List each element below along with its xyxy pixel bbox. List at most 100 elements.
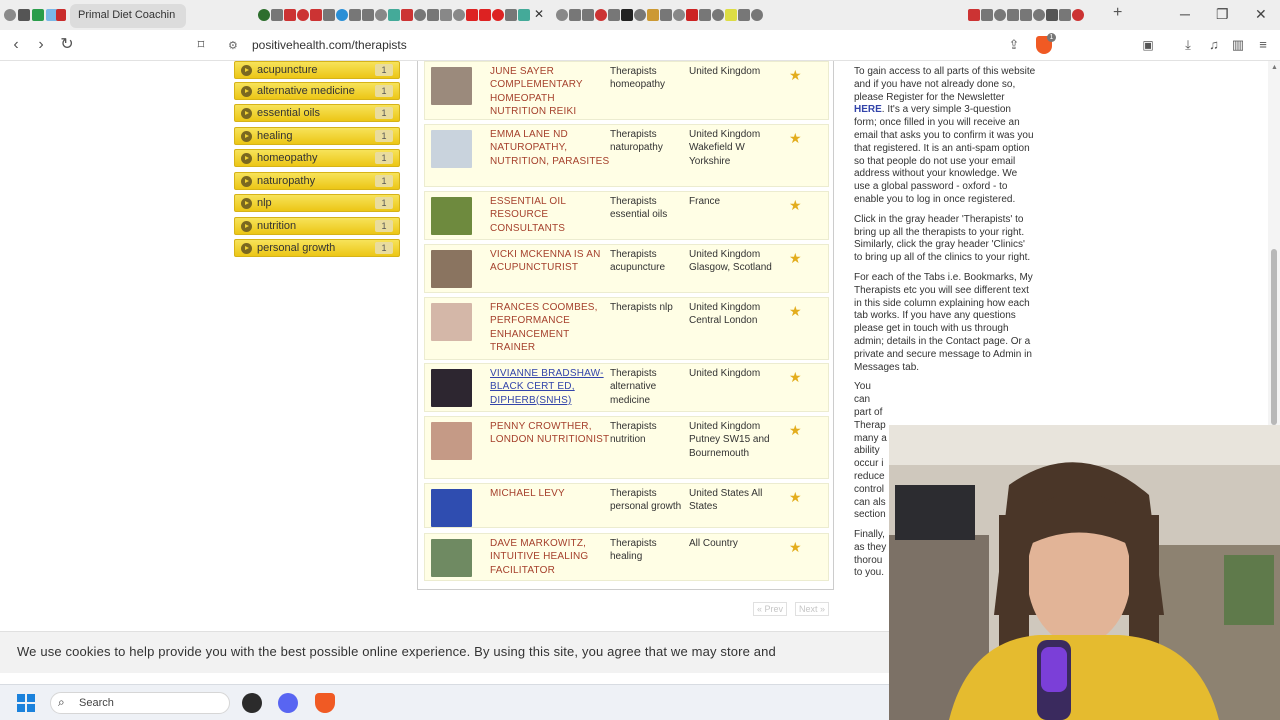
tab-favicon-icon[interactable]	[271, 9, 283, 21]
tab-favicon-icon[interactable]	[440, 9, 452, 21]
star-icon[interactable]: ★	[789, 250, 802, 267]
download-icon[interactable]: ⤓	[1178, 35, 1198, 55]
therapist-photo[interactable]	[431, 197, 472, 235]
therapist-row[interactable]: JUNE SAYER COMPLEMENTARY HOMEOPATH NUTRI…	[424, 61, 829, 120]
therapist-photo[interactable]	[431, 303, 472, 341]
tab-search-icon[interactable]: ▣	[1138, 35, 1158, 55]
tab-favicon-icon[interactable]	[673, 9, 685, 21]
tab-favicon-icon[interactable]	[479, 9, 491, 21]
new-tab-icon[interactable]: +	[1113, 4, 1122, 22]
tab-favicon-icon[interactable]	[981, 9, 993, 21]
site-info-icon[interactable]: ⚙	[228, 39, 238, 52]
bookmark-icon[interactable]: ⌑	[191, 35, 211, 55]
tab-favicon-icon[interactable]	[569, 9, 581, 21]
tab-favicon-icon[interactable]	[505, 9, 517, 21]
brave-app-icon[interactable]	[315, 693, 335, 713]
sidebar-toggle-icon[interactable]: ▥	[1228, 35, 1248, 55]
therapist-name-link[interactable]: EMMA LANE ND NATUROPATHY, NUTRITION, PAR…	[490, 128, 610, 168]
tab-favicon-icon[interactable]	[18, 9, 30, 21]
tab-favicon-icon[interactable]	[388, 9, 400, 21]
star-icon[interactable]: ★	[789, 197, 802, 214]
tab-favicon-icon[interactable]	[686, 9, 698, 21]
register-here-link[interactable]: HERE	[854, 104, 882, 115]
therapist-row[interactable]: EMMA LANE ND NATUROPATHY, NUTRITION, PAR…	[424, 124, 829, 187]
star-icon[interactable]: ★	[789, 422, 802, 439]
tag-item[interactable]: acupuncture 1	[234, 61, 400, 79]
therapist-name-link[interactable]: DAVE MARKOWITZ, INTUITIVE HEALING FACILI…	[490, 537, 610, 577]
therapist-row[interactable]: VIVIANNE BRADSHAW-BLACK CERT ED, DIPHERB…	[424, 363, 829, 412]
therapist-name-link[interactable]: VIVIANNE BRADSHAW-BLACK CERT ED, DIPHERB…	[490, 367, 610, 407]
tab-favicon-icon[interactable]	[647, 9, 659, 21]
tab-favicon-icon[interactable]	[660, 9, 672, 21]
tag-item[interactable]: nutrition 1	[234, 217, 400, 235]
tab-favicon-icon[interactable]	[556, 9, 568, 21]
tab-favicon-icon[interactable]	[1020, 9, 1032, 21]
tab-favicon-icon[interactable]	[4, 9, 16, 21]
tab-favicon-icon[interactable]	[466, 9, 478, 21]
star-icon[interactable]: ★	[789, 539, 802, 556]
tab-favicon-icon[interactable]	[375, 9, 387, 21]
maximize-icon[interactable]: ❐	[1216, 6, 1229, 23]
tab-favicon-icon[interactable]	[284, 9, 296, 21]
therapist-row[interactable]: ESSENTIAL OIL RESOURCE CONSULTANTS Thera…	[424, 191, 829, 240]
tab-favicon-icon[interactable]	[518, 9, 530, 21]
therapist-name-link[interactable]: VICKI MCKENNA IS AN ACUPUNCTURIST	[490, 248, 610, 275]
tab-favicon-icon[interactable]	[595, 9, 607, 21]
tab-favicon-icon[interactable]	[32, 9, 44, 21]
minimize-icon[interactable]: ─	[1180, 6, 1190, 22]
therapist-name-link[interactable]: JUNE SAYER COMPLEMENTARY HOMEOPATH NUTRI…	[490, 65, 610, 119]
therapist-name-link[interactable]: ESSENTIAL OIL RESOURCE CONSULTANTS	[490, 195, 610, 235]
tag-item[interactable]: personal growth 1	[234, 239, 400, 257]
forward-icon[interactable]: ›	[31, 35, 51, 55]
tab-favicon-icon[interactable]	[712, 9, 724, 21]
tab-favicon-icon[interactable]	[336, 9, 348, 21]
tab-favicon-icon[interactable]	[634, 9, 646, 21]
therapist-photo[interactable]	[431, 130, 472, 168]
taskbar-search[interactable]: ⌕ Search	[50, 692, 230, 714]
star-icon[interactable]: ★	[789, 303, 802, 320]
close-window-icon[interactable]: ✕	[1255, 6, 1267, 23]
therapist-row[interactable]: MICHAEL LEVY Therapists personal growth …	[424, 483, 829, 528]
tab-favicon-icon[interactable]	[453, 9, 465, 21]
tab-favicon-icon[interactable]	[323, 9, 335, 21]
menu-icon[interactable]: ≡	[1253, 35, 1273, 55]
therapist-photo[interactable]	[431, 539, 472, 577]
tab-favicon-icon[interactable]	[725, 9, 737, 21]
tab-favicon-icon[interactable]	[258, 9, 270, 21]
tab-favicon-icon[interactable]	[310, 9, 322, 21]
tab-favicon-icon[interactable]	[751, 9, 763, 21]
therapist-photo[interactable]	[431, 489, 472, 527]
tab-favicon-icon[interactable]	[1046, 9, 1058, 21]
tab-favicon-icon[interactable]	[1007, 9, 1019, 21]
therapist-row[interactable]: VICKI MCKENNA IS AN ACUPUNCTURIST Therap…	[424, 244, 829, 293]
tab-favicon-icon[interactable]	[738, 9, 750, 21]
tab-favicon-icon[interactable]	[362, 9, 374, 21]
tag-item[interactable]: alternative medicine 1	[234, 82, 400, 100]
next-page-button[interactable]: Next »	[795, 602, 830, 616]
star-icon[interactable]: ★	[789, 67, 802, 84]
tab-favicon-icon[interactable]	[492, 9, 504, 21]
tab-favicon-icon[interactable]	[621, 9, 633, 21]
tab-favicon-icon[interactable]	[297, 9, 309, 21]
tab-favicon-icon[interactable]	[582, 9, 594, 21]
therapist-photo[interactable]	[431, 422, 472, 460]
therapist-row[interactable]: FRANCES COOMBES, PERFORMANCE ENHANCEMENT…	[424, 297, 829, 360]
tag-item[interactable]: nlp 1	[234, 194, 400, 212]
reload-icon[interactable]: ↻	[57, 35, 77, 55]
media-icon[interactable]: ♫	[1204, 35, 1224, 55]
tab-favicon-icon[interactable]	[1059, 9, 1071, 21]
tab-favicon-icon[interactable]	[349, 9, 361, 21]
discord-app-icon[interactable]	[278, 693, 298, 713]
tag-item[interactable]: essential oils 1	[234, 104, 400, 122]
therapist-name-link[interactable]: MICHAEL LEVY	[490, 487, 610, 500]
tab-favicon-icon[interactable]	[414, 9, 426, 21]
tab-favicon-icon[interactable]	[608, 9, 620, 21]
star-icon[interactable]: ★	[789, 369, 802, 386]
address-bar[interactable]: positivehealth.com/therapists	[252, 38, 407, 52]
tab-favicon-icon[interactable]	[994, 9, 1006, 21]
obs-app-icon[interactable]	[242, 693, 262, 713]
therapist-name-link[interactable]: FRANCES COOMBES, PERFORMANCE ENHANCEMENT…	[490, 301, 610, 355]
tab-favicon-icon[interactable]	[1072, 9, 1084, 21]
scroll-up-icon[interactable]: ▲	[1271, 64, 1278, 71]
share-icon[interactable]: ⇪	[1004, 35, 1024, 55]
